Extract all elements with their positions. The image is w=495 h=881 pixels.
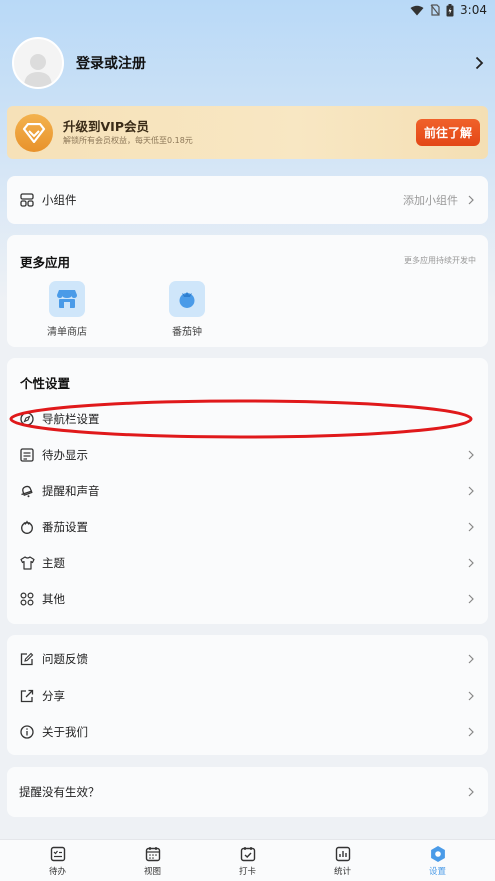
- app-pomodoro-label: 番茄钟: [172, 327, 202, 338]
- login-register-label[interactable]: 登录或注册: [76, 53, 470, 73]
- other-label: 其他: [42, 592, 65, 606]
- nav-bar-settings-label: 导航栏设置: [42, 412, 100, 426]
- reminder-help-card: 提醒没有生效？: [7, 767, 488, 817]
- tab-settings[interactable]: 设置: [408, 845, 468, 877]
- reminder-help-row[interactable]: 提醒没有生效？: [7, 774, 488, 810]
- theme-row[interactable]: 主题: [7, 545, 488, 581]
- chevron-right-icon: [468, 558, 474, 568]
- personal-settings-card: 个性设置 导航栏设置 待办显示 提醒和声音 番茄设置 主题 其他: [7, 358, 488, 624]
- chevron-right-icon: [468, 787, 474, 797]
- vip-learn-more-button[interactable]: 前往了解: [415, 119, 480, 146]
- reminder-sound-label: 提醒和声音: [42, 484, 100, 498]
- shirt-icon: [19, 556, 35, 570]
- vip-banner[interactable]: 升级到VIP会员 解锁所有会员权益，每天低至0.18元 前往了解: [7, 106, 488, 159]
- settings-icon: [430, 845, 445, 862]
- feedback-row[interactable]: 问题反馈: [7, 641, 488, 677]
- reminder-sound-row[interactable]: 提醒和声音: [7, 473, 488, 509]
- tab-checkin[interactable]: 打卡: [218, 845, 278, 877]
- misc-card: 问题反馈 分享 关于我们: [7, 635, 488, 755]
- widget-icon: [20, 193, 34, 207]
- share-icon: [20, 689, 34, 703]
- avatar-placeholder-icon: [24, 54, 52, 87]
- grid-icon: [20, 592, 34, 606]
- personal-settings-title: 个性设置: [20, 376, 71, 391]
- vip-subtitle: 解锁所有会员权益，每天低至0.18元: [63, 135, 193, 145]
- share-row[interactable]: 分享: [7, 678, 488, 714]
- profile-row[interactable]: 登录或注册: [12, 36, 488, 90]
- tab-view[interactable]: 视图: [123, 845, 183, 877]
- vip-diamond-icon: [15, 113, 53, 152]
- status-bar: 3:04: [0, 0, 495, 20]
- widget-card: 小组件 添加小组件: [7, 176, 488, 224]
- todo-display-label: 待办显示: [42, 448, 88, 462]
- todo-icon: [50, 846, 65, 861]
- tomato-icon: [169, 281, 205, 317]
- wifi-icon: [410, 5, 424, 15]
- chevron-right-icon: [468, 486, 474, 496]
- vip-title: 升级到VIP会员: [63, 118, 149, 134]
- feedback-icon: [20, 652, 34, 666]
- reminder-help-label: 提醒没有生效？: [19, 785, 100, 799]
- tab-checkin-label: 打卡: [238, 866, 256, 877]
- chevron-right-icon: [475, 56, 483, 70]
- pomodoro-settings-label: 番茄设置: [42, 520, 88, 534]
- app-store-label: 清单商店: [47, 327, 87, 338]
- nav-bar-settings-row[interactable]: 导航栏设置: [7, 401, 488, 437]
- theme-label: 主题: [42, 556, 65, 570]
- widget-row[interactable]: 小组件 添加小组件: [7, 182, 488, 218]
- status-time: 3:04: [460, 3, 487, 17]
- avatar[interactable]: [12, 37, 64, 89]
- chevron-right-icon: [468, 594, 474, 604]
- bell-icon: [21, 485, 33, 498]
- more-apps-card: 更多应用 更多应用持续开发中 清单商店 番茄钟: [7, 235, 488, 347]
- chevron-right-icon: [468, 450, 474, 460]
- no-sim-icon: [430, 4, 440, 16]
- chevron-right-icon: [468, 654, 474, 664]
- feedback-label: 问题反馈: [42, 652, 88, 666]
- share-label: 分享: [42, 689, 65, 703]
- checkin-icon: [240, 846, 255, 861]
- add-widget-text: 添加小组件: [403, 194, 458, 207]
- tab-view-label: 视图: [143, 866, 161, 877]
- tomato-outline-icon: [21, 520, 33, 534]
- more-apps-title: 更多应用: [20, 255, 71, 270]
- app-store-item[interactable]: 清单商店: [27, 281, 107, 338]
- chevron-right-icon: [468, 195, 474, 205]
- tab-stats[interactable]: 统计: [313, 845, 373, 877]
- store-icon: [49, 281, 85, 317]
- more-apps-hint: 更多应用持续开发中: [404, 256, 476, 265]
- chevron-right-icon: [468, 727, 474, 737]
- widget-label: 小组件: [42, 193, 77, 207]
- app-pomodoro-item[interactable]: 番茄钟: [147, 281, 227, 338]
- about-us-label: 关于我们: [42, 725, 88, 739]
- calendar-icon: [145, 846, 160, 861]
- info-icon: [20, 725, 34, 739]
- todo-display-row[interactable]: 待办显示: [7, 437, 488, 473]
- pomodoro-settings-row[interactable]: 番茄设置: [7, 509, 488, 545]
- tab-settings-label: 设置: [428, 866, 446, 877]
- battery-icon: [446, 3, 454, 16]
- tab-todo-label: 待办: [48, 866, 66, 877]
- tab-stats-label: 统计: [333, 866, 351, 877]
- other-row[interactable]: 其他: [7, 581, 488, 617]
- stats-icon: [335, 846, 350, 861]
- bottom-tab-bar: 待办 视图 打卡 统计 设置: [0, 839, 495, 881]
- tab-todo[interactable]: 待办: [28, 845, 88, 877]
- list-icon: [20, 448, 34, 462]
- about-us-row[interactable]: 关于我们: [7, 714, 488, 750]
- chevron-right-icon: [468, 691, 474, 701]
- compass-icon: [20, 412, 34, 426]
- chevron-right-icon: [468, 522, 474, 532]
